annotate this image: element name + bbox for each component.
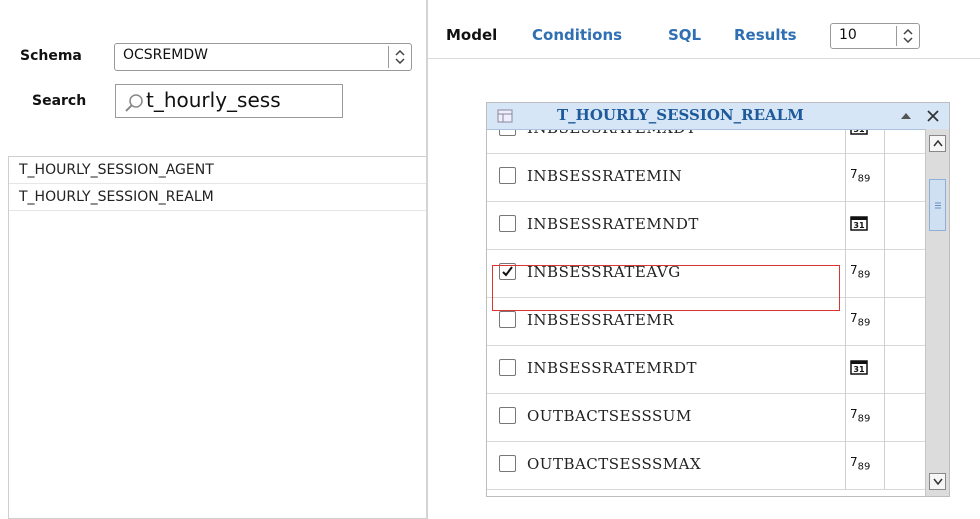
divider [845,441,846,489]
divider [845,201,846,249]
column-name: OUTBACTSESSSUM [527,407,692,425]
divider [845,153,846,201]
calendar-icon: 31 [850,359,872,377]
column-row[interactable]: INBSESSRATEMNDT 31 [487,201,925,250]
panel-header[interactable]: T_HOURLY_SESSION_REALM [487,103,949,130]
vertical-scrollbar[interactable] [925,129,949,496]
numeric-icon: 789 [850,311,871,329]
search-input[interactable]: t_hourly_sess [115,84,343,118]
svg-text:31: 31 [853,365,865,374]
close-icon[interactable] [923,107,943,125]
column-row[interactable]: INBSESSRATEMIN 789 [487,153,925,202]
divider [884,345,885,393]
column-rows: INBSESSRATEMXDT 31 INBSESSRATEMIN 789 IN… [487,103,925,496]
numeric-icon: 789 [850,263,871,281]
column-checkbox[interactable] [499,455,516,472]
list-item[interactable]: T_HOURLY_SESSION_REALM [9,184,426,211]
divider [845,297,846,345]
divider [884,393,885,441]
scroll-thumb[interactable] [929,179,946,231]
svg-text:31: 31 [853,221,865,230]
schema-value: OCSREMDW [123,47,208,63]
divider [845,249,846,297]
scroll-down-icon[interactable] [929,473,946,490]
updown-arrow-icon [896,26,919,46]
column-row[interactable]: INBSESSRATEMRDT 31 [487,345,925,394]
column-checkbox[interactable] [499,311,516,328]
left-pane: Schema OCSREMDW Search t_hourly_sess T_H… [0,0,426,519]
column-row[interactable]: OUTBACTSESSSUM 789 [487,393,925,442]
results-count-select[interactable]: 10 [830,23,920,49]
right-pane: Model Conditions SQL Results 10 INBSESSR… [428,0,980,519]
tab-results[interactable]: Results [734,26,797,44]
column-name: OUTBACTSESSSMAX [527,455,702,473]
tab-conditions[interactable]: Conditions [532,26,622,44]
column-name: INBSESSRATEAVG [527,263,681,281]
column-name: INBSESSRATEMR [527,311,675,329]
divider [884,297,885,345]
numeric-icon: 789 [850,407,871,425]
tab-sql[interactable]: SQL [668,26,701,44]
list-item[interactable]: T_HOURLY_SESSION_AGENT [9,157,426,184]
divider [884,249,885,297]
divider [884,201,885,249]
column-name: INBSESSRATEMNDT [527,215,699,233]
tab-model[interactable]: Model [446,26,497,44]
table-list: T_HOURLY_SESSION_AGENT T_HOURLY_SESSION_… [8,156,426,519]
divider [884,153,885,201]
schema-select[interactable]: OCSREMDW [114,43,412,71]
column-row[interactable]: INBSESSRATEAVG 789 [487,249,925,298]
numeric-icon: 789 [850,455,871,473]
column-checkbox[interactable] [499,215,516,232]
table-panel: INBSESSRATEMXDT 31 INBSESSRATEMIN 789 IN… [486,102,950,497]
divider [884,441,885,489]
column-checkbox-checked[interactable] [499,263,516,280]
column-row[interactable]: OUTBACTSESSSMAX 789 [487,441,925,490]
scroll-up-icon[interactable] [929,135,946,152]
column-checkbox[interactable] [499,359,516,376]
search-icon [125,94,143,112]
table-icon [497,109,513,123]
updown-arrow-icon [388,46,411,68]
column-name: INBSESSRATEMIN [527,167,683,185]
column-row[interactable]: INBSESSRATEMR 789 [487,297,925,346]
calendar-icon: 31 [850,215,872,233]
divider [845,393,846,441]
results-count-value: 10 [839,27,857,43]
column-checkbox[interactable] [499,407,516,424]
checkmark-icon [502,266,513,277]
divider [428,58,980,59]
schema-label: Schema [20,48,82,64]
divider [845,345,846,393]
panel-title: T_HOURLY_SESSION_REALM [557,106,804,124]
collapse-icon[interactable] [897,107,915,125]
search-value: t_hourly_sess [146,88,281,112]
column-name: INBSESSRATEMRDT [527,359,698,377]
search-label: Search [32,93,87,109]
column-checkbox[interactable] [499,167,516,184]
numeric-icon: 789 [850,167,871,185]
